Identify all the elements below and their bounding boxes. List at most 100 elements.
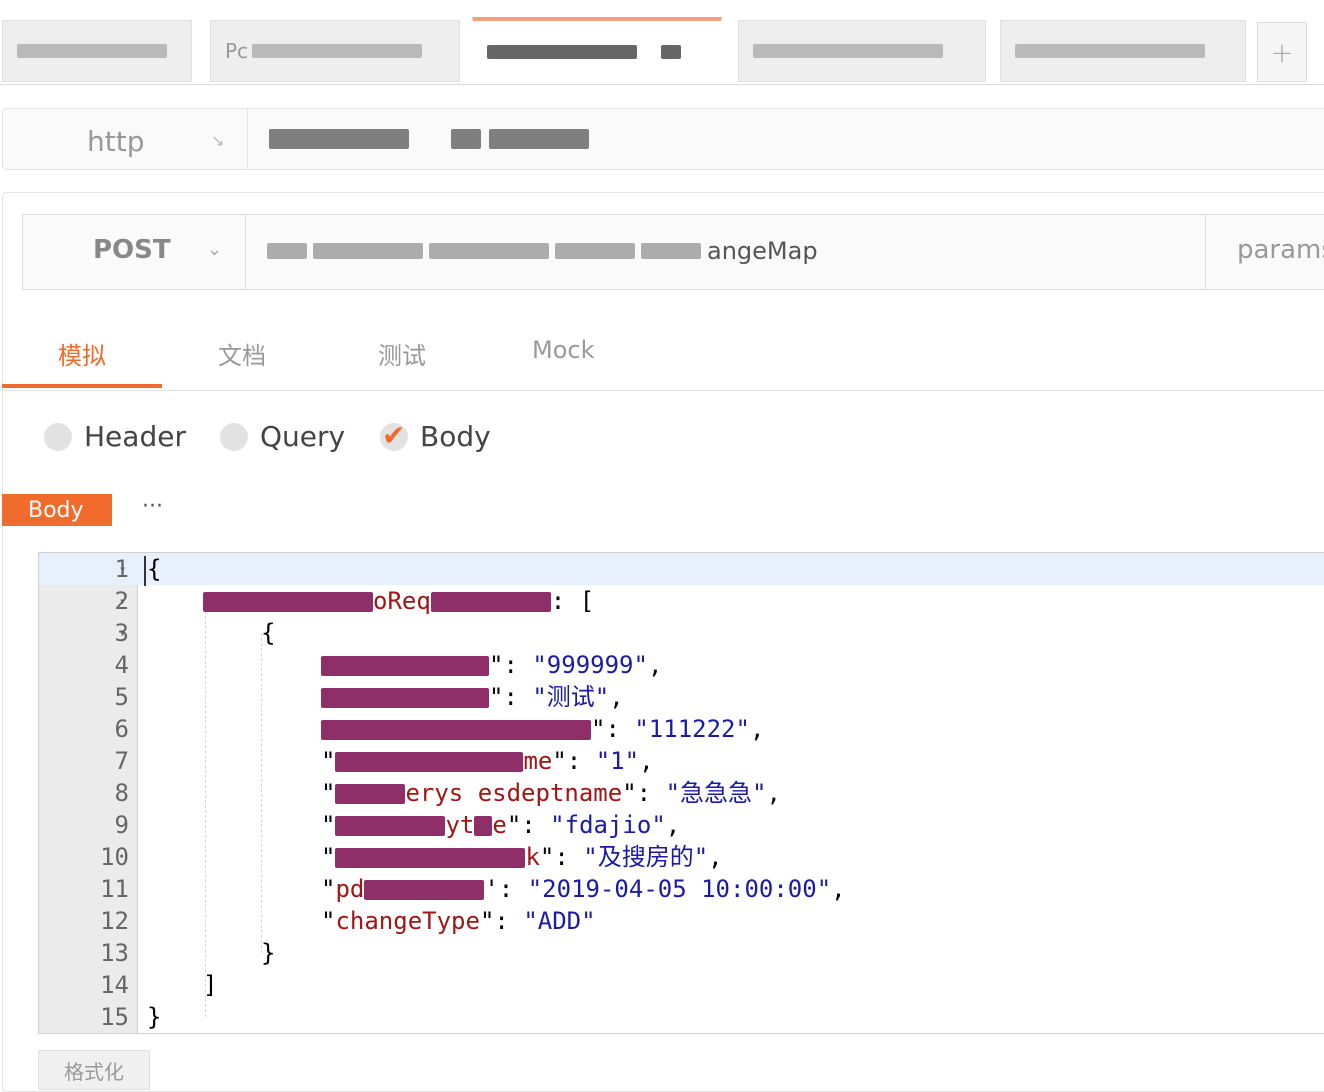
radio-label: Body	[420, 420, 491, 453]
chevron-down-icon[interactable]: ⌄	[207, 239, 222, 260]
environment-row: http ↘	[2, 108, 1324, 170]
tab-title: Pc	[225, 39, 249, 63]
code-text: ]	[203, 971, 218, 999]
request-tab-active[interactable]	[472, 17, 722, 84]
code-text: " me": "1",	[321, 747, 654, 775]
chevron-down-icon[interactable]: ↘	[211, 131, 224, 150]
radio-body[interactable]: ✔ Body	[380, 419, 491, 453]
line-number: 13	[100, 939, 129, 967]
code-text: " yt e": "fdajio",	[321, 811, 681, 839]
fold-arrow-icon[interactable]: ▾	[119, 553, 126, 585]
plus-icon: +	[1270, 35, 1294, 69]
code-line: 13 }	[39, 937, 1324, 969]
blurred-key	[321, 656, 489, 676]
code-text: ": "111222",	[321, 713, 764, 745]
blurred-key	[321, 688, 489, 708]
host-blurred	[489, 129, 589, 149]
radio-label: Query	[260, 420, 346, 453]
code-text: }	[261, 939, 276, 967]
request-tab[interactable]: Pc	[210, 20, 460, 82]
tab-title-blurred	[17, 44, 167, 58]
code-text: "pd ': "2019-04-05 10:00:00",	[321, 875, 846, 903]
request-tab[interactable]	[738, 20, 986, 82]
code-text: }	[147, 1003, 162, 1031]
active-tab-indicator	[2, 384, 162, 388]
code-line: 1 ▾ {	[39, 553, 1324, 585]
body-section-tag[interactable]: Body	[2, 494, 112, 526]
more-options-icon[interactable]: ···	[142, 494, 163, 519]
code-line: 5 ": "测试",	[39, 681, 1324, 713]
line-number: 7	[114, 747, 129, 775]
url-blurred	[267, 243, 307, 259]
host-blurred	[269, 129, 409, 149]
line-number: 15	[100, 1003, 129, 1031]
tab-docs[interactable]: 文档	[218, 336, 266, 371]
line-number: 11	[100, 875, 129, 903]
tab-bar: Pc +	[0, 0, 1324, 85]
format-button[interactable]: 格式化	[38, 1050, 150, 1090]
url-blurred	[429, 243, 549, 259]
code-line: 9 " yt e": "fdajio",	[39, 809, 1324, 841]
line-number: 2	[114, 587, 129, 615]
code-line: 14 ]	[39, 969, 1324, 1001]
tab-title-blurred	[252, 44, 423, 58]
params-button[interactable]: params	[1237, 235, 1324, 265]
code-text: "changeType": "ADD"	[321, 907, 596, 935]
code-text: {	[261, 619, 276, 647]
text-cursor	[144, 556, 146, 586]
tab-title-blurred	[661, 45, 681, 59]
url-input[interactable]: angeMap	[267, 237, 818, 265]
code-text: ": "测试",	[321, 681, 624, 713]
code-line: 11 "pd ': "2019-04-05 10:00:00",	[39, 873, 1324, 905]
tab-title-blurred	[753, 44, 943, 58]
blurred-key	[364, 880, 485, 900]
radio-circle-icon: ✔	[380, 419, 408, 452]
blurred-key	[203, 592, 373, 612]
divider	[247, 109, 248, 169]
blurred-key	[335, 816, 446, 836]
code-text: " k": "及搜房的",	[321, 843, 723, 871]
json-editor[interactable]: 1 ▾ { 2 ▾ oReq: [ 3 ▾ { 4 ": "999999", 5…	[38, 552, 1324, 1034]
environment-host[interactable]	[269, 129, 589, 149]
tab-title-blurred	[1015, 44, 1205, 58]
code-line: 6 ": "111222",	[39, 713, 1324, 745]
tab-test[interactable]: 测试	[378, 336, 426, 371]
request-subtabs: 模拟 文档 测试 Mock	[2, 310, 1324, 391]
blurred-key	[474, 816, 493, 836]
radio-label: Header	[84, 420, 186, 453]
fold-arrow-icon[interactable]: ▾	[119, 585, 126, 617]
radio-header[interactable]: Header	[44, 420, 186, 453]
checkmark-icon: ✔	[382, 418, 406, 452]
line-number: 14	[100, 971, 129, 999]
line-number: 8	[114, 779, 129, 807]
request-tab[interactable]	[2, 20, 192, 82]
url-row: POST ⌄ angeMap params	[22, 214, 1324, 290]
blurred-key	[321, 720, 591, 740]
tab-mock[interactable]: Mock	[532, 336, 594, 364]
code-line: 3 ▾ {	[39, 617, 1324, 649]
url-blurred	[641, 243, 701, 259]
blurred-key	[335, 848, 526, 868]
code-line: 12 "changeType": "ADD"	[39, 905, 1324, 937]
protocol-select[interactable]: http	[87, 125, 144, 158]
request-tab[interactable]	[1000, 20, 1246, 82]
radio-circle-icon	[220, 422, 248, 451]
radio-query[interactable]: Query	[220, 420, 345, 453]
code-line: 10 " k": "及搜房的",	[39, 841, 1324, 873]
divider	[1205, 215, 1206, 289]
code-text: ": "999999",	[321, 649, 662, 681]
fold-arrow-icon[interactable]: ▾	[119, 617, 126, 649]
method-select[interactable]: POST	[93, 235, 171, 265]
line-number: 4	[114, 651, 129, 679]
code-line: 4 ": "999999",	[39, 649, 1324, 681]
blurred-key	[430, 592, 551, 612]
tab-simulate[interactable]: 模拟	[58, 336, 106, 371]
url-blurred	[555, 243, 635, 259]
code-line: 8 " erys esdeptname": "急急急",	[39, 777, 1324, 809]
tab-title-blurred	[487, 45, 637, 59]
divider	[245, 215, 246, 289]
line-number: 1	[114, 555, 129, 583]
code-text: " erys esdeptname": "急急急",	[321, 779, 781, 807]
add-tab-button[interactable]: +	[1257, 22, 1307, 82]
code-line: 15 }	[39, 1001, 1324, 1033]
